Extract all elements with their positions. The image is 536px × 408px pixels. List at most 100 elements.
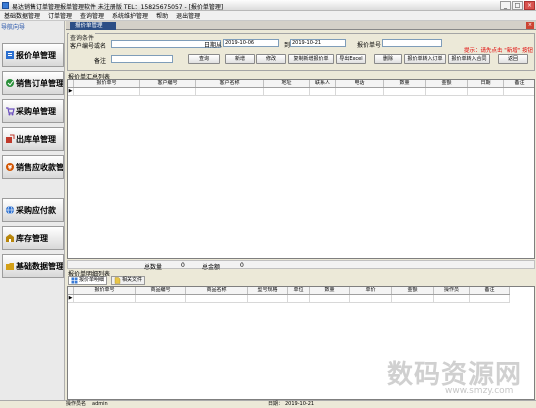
maximize-button[interactable]: □ xyxy=(512,1,523,10)
sidebar-title: 导航向导 xyxy=(1,24,26,31)
edit-button[interactable]: 修改 xyxy=(256,54,286,64)
total-qty-value: 0 xyxy=(181,262,185,269)
quote-no-label: 报价单号 xyxy=(357,42,382,49)
operator-value: admin xyxy=(92,401,108,407)
hint-text: 提示：请先点击 "新增" 按钮 xyxy=(464,48,534,54)
col-product-no[interactable]: 商品编号 xyxy=(136,287,186,294)
sidebar-item-label: 报价单管理 xyxy=(16,50,56,60)
table-row[interactable]: ▶ xyxy=(68,295,510,303)
delete-button[interactable]: 删除 xyxy=(374,54,402,64)
customer-label: 客户编号或名 xyxy=(70,43,107,50)
warehouse-icon xyxy=(6,234,14,242)
money-icon: ¥ xyxy=(6,163,14,172)
globe-icon xyxy=(6,205,14,215)
remark-label: 备注 xyxy=(94,58,107,65)
tab-close-icon[interactable]: × xyxy=(526,22,534,29)
col-detail-amount[interactable]: 金额 xyxy=(392,287,434,294)
sidebar-item-label: 销售应收款管理 xyxy=(16,162,64,172)
col-address[interactable]: 地址 xyxy=(264,80,310,87)
col-unit-price[interactable]: 单价 xyxy=(350,287,392,294)
remark-input[interactable] xyxy=(111,55,173,63)
col-customer-no[interactable]: 客户编号 xyxy=(140,80,196,87)
sidebar-item-label: 基础数据管理 xyxy=(16,261,64,271)
quote-to-contract-button[interactable]: 报价单转入合同 xyxy=(448,54,490,64)
sidebar-item-sales-orders[interactable]: 销售订单管理 xyxy=(2,71,64,95)
total-qty-label: 总数量 xyxy=(144,264,163,271)
sidebar-item-label: 采购单管理 xyxy=(16,106,56,116)
main-pane: 报价单管理 × 查询条件 客户编号或名 日期从 2019-10-06 到 201… xyxy=(66,21,536,400)
table-row[interactable]: ▶ xyxy=(68,88,534,96)
query-conditions: 查询条件 客户编号或名 日期从 2019-10-06 到 2019-10-21 … xyxy=(67,33,535,71)
cart-icon xyxy=(6,107,15,116)
total-amount-label: 总金额 xyxy=(202,264,221,271)
tab-quote-details-label: 报价单明细 xyxy=(79,277,105,283)
menu-help[interactable]: 帮助 xyxy=(152,11,172,20)
col-detail-quantity[interactable]: 数量 xyxy=(310,287,350,294)
add-button[interactable]: 新增 xyxy=(225,54,255,64)
date-from-input[interactable]: 2019-10-06 xyxy=(223,39,279,47)
summary-table-header: 报价单号 客户编号 客户名称 地址 联系人 电话 数量 金额 日期 备注 xyxy=(68,80,534,88)
col-date[interactable]: 日期 xyxy=(468,80,504,87)
export-excel-button[interactable]: 导出Excel xyxy=(336,54,366,64)
sidebar-item-receivables[interactable]: ¥ 销售应收款管理 xyxy=(2,155,64,179)
totals-bar: 总数量 0 总金额 0 xyxy=(67,260,535,271)
title-bar: 易达销售订单管理报单管理软件 未注册版 TEL：15825675057 - [报… xyxy=(0,0,536,11)
date-to-input[interactable]: 2019-10-21 xyxy=(290,39,346,47)
sidebar-item-payables[interactable]: 采购应付款 xyxy=(2,198,64,222)
detail-table-header: 报价单号 商品编号 商品名称 型号规格 单位 数量 单价 金额 操作员 备注 xyxy=(68,287,510,295)
sidebar-item-basic-data[interactable]: 基础数据管理 xyxy=(2,254,64,278)
tab-related-files[interactable]: 相关文件 xyxy=(111,276,146,285)
col-quantity[interactable]: 数量 xyxy=(384,80,426,87)
sidebar-item-label: 采购应付款 xyxy=(16,205,56,215)
app-icon xyxy=(2,2,9,9)
quote-to-order-button[interactable]: 报价单转入订单 xyxy=(404,54,446,64)
copy-new-button[interactable]: 复制新增报价单 xyxy=(288,54,334,64)
col-unit[interactable]: 单位 xyxy=(288,287,310,294)
back-button[interactable]: 返回 xyxy=(498,54,528,64)
window-title: 易达销售订单管理报单管理软件 未注册版 TEL：15825675057 - [报… xyxy=(12,4,224,11)
col-operator[interactable]: 操作员 xyxy=(434,287,470,294)
sidebar: 导航向导 报价单管理 销售订单管理 采购单管理 出库单管理 ¥ 销售应收款管理 … xyxy=(0,21,65,400)
col-customer-name[interactable]: 客户名称 xyxy=(196,80,264,87)
menu-basic-data[interactable]: 基础数据管理 xyxy=(0,11,44,20)
col-detail-remark[interactable]: 备注 xyxy=(470,287,510,294)
sidebar-item-label: 销售订单管理 xyxy=(16,78,64,88)
document-tabs: 报价单管理 × xyxy=(66,21,536,30)
watermark-url: www.smzy.com xyxy=(445,386,514,396)
watermark: 数码资源网 www.smzy.com xyxy=(377,352,536,400)
query-button[interactable]: 查询 xyxy=(188,54,220,64)
outbound-icon xyxy=(6,134,15,143)
col-phone[interactable]: 电话 xyxy=(336,80,384,87)
sidebar-item-purchase[interactable]: 采购单管理 xyxy=(2,99,64,123)
minimize-button[interactable]: _ xyxy=(500,1,511,10)
order-icon xyxy=(6,79,14,87)
col-detail-quote-no[interactable]: 报价单号 xyxy=(74,287,136,294)
file-icon xyxy=(114,277,121,284)
sidebar-item-inventory[interactable]: 库存管理 xyxy=(2,226,64,250)
menu-orders[interactable]: 订单管理 xyxy=(44,11,76,20)
tab-quote-management[interactable]: 报价单管理 xyxy=(70,22,116,30)
col-quote-no[interactable]: 报价单号 xyxy=(74,80,140,87)
menu-query[interactable]: 查询管理 xyxy=(76,11,108,20)
tab-quote-details[interactable]: 报价单明细 xyxy=(68,276,108,285)
menu-system[interactable]: 系统维护管理 xyxy=(108,11,152,20)
status-bar: 操作员名 admin 日期： 2019-10-21 xyxy=(0,400,536,408)
col-product-name[interactable]: 商品名称 xyxy=(186,287,248,294)
col-contact[interactable]: 联系人 xyxy=(310,80,336,87)
close-button[interactable]: × xyxy=(524,1,535,10)
menu-bar: 基础数据管理 订单管理 查询管理 系统维护管理 帮助 退出管理 xyxy=(0,11,536,21)
col-spec[interactable]: 型号规格 xyxy=(248,287,288,294)
col-remark[interactable]: 备注 xyxy=(504,80,534,87)
quote-icon xyxy=(6,51,14,59)
total-amount-value: 0 xyxy=(240,262,244,269)
menu-exit[interactable]: 退出管理 xyxy=(172,11,204,20)
operator-label: 操作员名 xyxy=(66,401,87,407)
summary-table[interactable]: 报价单号 客户编号 客户名称 地址 联系人 电话 数量 金额 日期 备注 ▶ xyxy=(67,79,535,259)
sidebar-item-outbound[interactable]: 出库单管理 xyxy=(2,127,64,151)
tab-related-files-label: 相关文件 xyxy=(122,277,143,283)
col-amount[interactable]: 金额 xyxy=(426,80,468,87)
sidebar-item-label: 出库单管理 xyxy=(16,134,56,144)
quote-no-input[interactable] xyxy=(382,39,442,47)
sidebar-item-quotes[interactable]: 报价单管理 xyxy=(2,43,64,67)
folder-icon xyxy=(6,263,14,270)
